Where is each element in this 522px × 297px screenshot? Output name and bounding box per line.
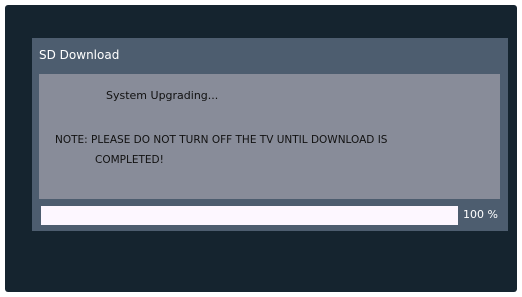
warning-note-line-2: COMPLETED! [95, 154, 164, 166]
status-message: System Upgrading... [106, 89, 219, 102]
sd-download-dialog: SD Download System Upgrading... NOTE: PL… [32, 38, 508, 231]
progress-percent: 100 % [463, 208, 498, 221]
dialog-title: SD Download [39, 48, 120, 62]
tv-screen: SD Download System Upgrading... NOTE: PL… [5, 5, 517, 292]
progress-bar-fill [41, 206, 458, 225]
warning-note-line-1: NOTE: PLEASE DO NOT TURN OFF THE TV UNTI… [55, 134, 388, 146]
message-panel: System Upgrading... NOTE: PLEASE DO NOT … [39, 74, 500, 199]
warning-note: NOTE: PLEASE DO NOT TURN OFF THE TV UNTI… [55, 130, 475, 170]
progress-bar [41, 206, 458, 225]
